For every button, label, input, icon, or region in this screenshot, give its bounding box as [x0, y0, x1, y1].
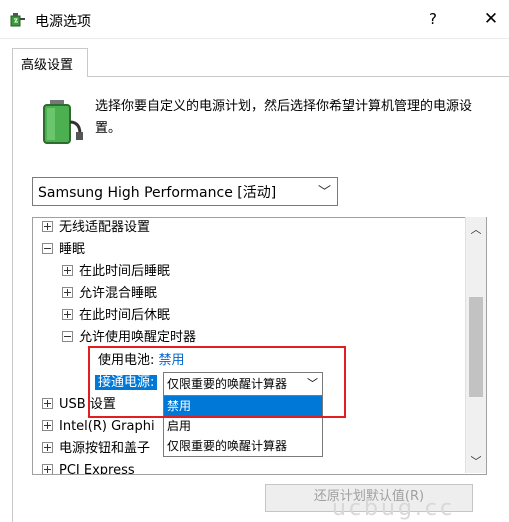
scroll-up-icon[interactable]: ︿ — [466, 221, 486, 237]
tree-item-hybrid-sleep[interactable]: 允许混合睡眠 — [62, 284, 157, 304]
description-text: 选择你要自定义的电源计划，然后选择你希望计算机管理的电源设置。 — [95, 99, 473, 136]
close-button[interactable]: ✕ — [476, 5, 506, 33]
window-title: 电源选项 — [35, 14, 91, 30]
help-button[interactable]: ? — [418, 5, 448, 33]
tree-item-usb[interactable]: USB 设置 — [42, 395, 116, 415]
tree-item-wireless[interactable]: 无线适配器设置 — [42, 218, 150, 238]
tree-item-sleep[interactable]: 睡眠 — [42, 240, 85, 260]
tree-item-power-buttons[interactable]: 电源按钮和盖子 — [42, 439, 150, 459]
expand-icon[interactable] — [42, 442, 53, 453]
power-options-icon — [10, 13, 25, 27]
power-plan-value: Samsung High Performance [活动] — [38, 185, 277, 201]
expand-icon[interactable] — [42, 221, 53, 232]
collapse-icon[interactable] — [42, 243, 53, 254]
tree-item-hibernate-after[interactable]: 在此时间后休眠 — [62, 306, 170, 326]
title-bar: 电源选项 ? ✕ — [0, 0, 509, 39]
expand-icon[interactable] — [62, 287, 73, 298]
watermark: ucbug.cc — [332, 496, 456, 521]
dropdown-option-important-only[interactable]: 仅限重要的唤醒计算器 — [164, 436, 322, 456]
tree-item-sleep-after[interactable]: 在此时间后睡眠 — [62, 262, 170, 282]
plugged-in-dropdown: 禁用 启用 仅限重要的唤醒计算器 — [163, 395, 323, 457]
expand-icon[interactable] — [42, 420, 53, 431]
dropdown-option-disabled[interactable]: 禁用 — [164, 396, 322, 416]
chevron-down-icon: ﹀ — [307, 377, 318, 390]
scroll-thumb[interactable] — [469, 297, 483, 397]
expand-icon[interactable] — [62, 309, 73, 320]
plugged-in-select[interactable]: 仅限重要的唤醒计算器 ﹀ — [163, 372, 323, 396]
tab-label: 高级设置 — [21, 58, 74, 73]
on-battery-label: 使用电池: — [98, 353, 155, 368]
expand-icon[interactable] — [42, 398, 53, 409]
tree-item-plugged-in[interactable]: 接通电源: — [95, 373, 158, 393]
battery-icon — [43, 100, 83, 144]
expand-icon[interactable] — [62, 265, 73, 276]
tree-item-wake-timers[interactable]: 允许使用唤醒定时器 — [62, 328, 196, 348]
plugged-in-value: 仅限重要的唤醒计算器 — [167, 377, 288, 391]
plugged-in-label: 接通电源: — [95, 375, 158, 390]
dropdown-option-enabled[interactable]: 启用 — [164, 416, 322, 436]
tree-item-intel-graphics[interactable]: Intel(R) Graphi — [42, 417, 155, 437]
expand-icon[interactable] — [42, 464, 53, 474]
scroll-down-icon[interactable]: ﹀ — [466, 453, 486, 469]
power-plan-select[interactable]: Samsung High Performance [活动] ﹀ — [32, 177, 338, 206]
tree-scrollbar[interactable]: ︿ ﹀ — [465, 217, 486, 473]
on-battery-value[interactable]: 禁用 — [159, 353, 185, 368]
collapse-icon[interactable] — [62, 331, 73, 342]
chevron-down-icon: ﹀ — [317, 185, 331, 200]
tree-item-pci-express[interactable]: PCI Express — [42, 461, 135, 474]
tab-advanced-settings[interactable]: 高级设置 — [12, 48, 88, 77]
tree-item-on-battery[interactable]: 使用电池: 禁用 — [98, 351, 185, 371]
